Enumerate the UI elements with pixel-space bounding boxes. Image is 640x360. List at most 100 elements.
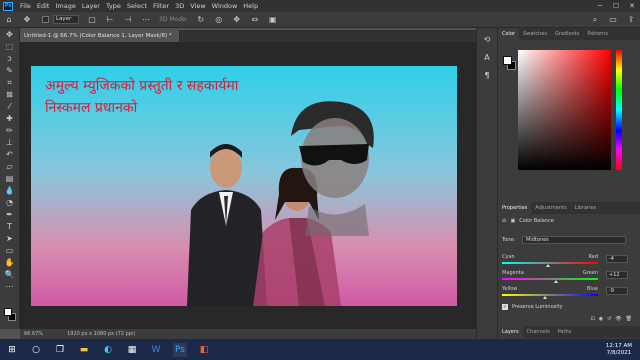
show-transform-icon[interactable]: ▢ (86, 15, 98, 25)
history-panel-icon[interactable]: ⟲ (481, 34, 493, 46)
menu-filter[interactable]: Filter (150, 2, 172, 10)
hue-slider[interactable] (616, 50, 622, 170)
visibility-icon[interactable]: 👁 (615, 316, 621, 322)
adjustment-layer-icon: ⚖ (502, 218, 507, 224)
close-icon[interactable]: ✕ (624, 2, 640, 10)
slider-track[interactable] (502, 262, 598, 267)
menu-image[interactable]: Image (52, 2, 78, 10)
color-picker-field[interactable] (518, 50, 611, 170)
workspace-icon[interactable]: ▭ (607, 15, 619, 25)
reset-icon[interactable]: ↺ (607, 316, 611, 322)
tab-patterns[interactable]: Patterns (583, 28, 612, 40)
clone-stamp-tool-icon[interactable]: ⊥ (3, 137, 17, 148)
menu-help[interactable]: Help (240, 2, 261, 10)
app-icon[interactable]: ◧ (197, 343, 211, 357)
menu-file[interactable]: File (17, 2, 34, 10)
mask-icon[interactable]: ▣ (510, 218, 515, 224)
tab-color[interactable]: Color (498, 28, 520, 40)
home-icon[interactable]: ⌂ (3, 15, 15, 25)
cyan-red-value[interactable]: -4 (606, 255, 628, 263)
distribute-icon[interactable]: ⋯ (140, 15, 152, 25)
paragraph-panel-icon[interactable]: ¶ (481, 70, 493, 82)
type-tool-icon[interactable]: T (3, 221, 17, 232)
character-panel-icon[interactable]: A (481, 52, 493, 64)
maximize-icon[interactable]: ☐ (608, 2, 624, 10)
tab-paths[interactable]: Paths (554, 326, 576, 338)
pan-3d-icon[interactable]: ✥ (231, 15, 243, 25)
minimize-icon[interactable]: ─ (592, 2, 608, 10)
preserve-luminosity-checkbox[interactable]: ✓ (502, 304, 508, 310)
search-icon[interactable]: ○ (29, 343, 43, 357)
system-clock[interactable]: 12:17 AM 7/8/2021 (606, 343, 632, 357)
tone-select[interactable]: Midtones (522, 236, 626, 244)
quick-select-tool-icon[interactable]: ✎ (3, 65, 17, 76)
clip-to-layer-icon[interactable]: ⊡ (591, 316, 595, 322)
menu-window[interactable]: Window (209, 2, 241, 10)
eraser-tool-icon[interactable]: ▱ (3, 161, 17, 172)
window-controls: ─ ☐ ✕ (592, 2, 640, 10)
tab-layers[interactable]: Layers (498, 326, 523, 338)
slider-thumb[interactable] (553, 280, 558, 283)
slider-track[interactable] (502, 278, 598, 283)
menu-view[interactable]: View (187, 2, 208, 10)
slider-thumb[interactable] (546, 264, 551, 267)
menu-edit[interactable]: Edit (34, 2, 53, 10)
zoom-tool-icon[interactable]: 🔍 (3, 269, 17, 280)
crop-tool-icon[interactable]: ⌗ (3, 77, 17, 88)
menu-3d[interactable]: 3D (172, 2, 187, 10)
windows-taskbar: ⊞ ○ ❐ ▬ ◐ ▦ W Ps ◧ 12:17 AM 7/8/2021 (0, 339, 640, 360)
delete-icon[interactable]: 🗑 (626, 316, 632, 322)
zoom-level[interactable]: 66.67% (20, 329, 43, 339)
foreground-color-swatch[interactable] (4, 308, 12, 316)
lasso-tool-icon[interactable]: ↄ (3, 53, 17, 64)
marquee-tool-icon[interactable]: ⬚ (3, 41, 17, 52)
menu-type[interactable]: Type (103, 2, 124, 10)
rotate-3d-icon[interactable]: ↻ (195, 15, 207, 25)
word-icon[interactable]: W (149, 343, 163, 357)
slider-thumb[interactable] (543, 296, 548, 299)
magenta-green-value[interactable]: +12 (606, 271, 628, 279)
gradient-tool-icon[interactable]: ▤ (3, 173, 17, 184)
move-tool-icon[interactable]: ✥ (3, 29, 17, 40)
brush-tool-icon[interactable]: ✏ (3, 125, 17, 136)
file-explorer-icon[interactable]: ▬ (77, 343, 91, 357)
windows-start-icon[interactable]: ⊞ (5, 343, 19, 357)
healing-brush-tool-icon[interactable]: ✚ (3, 113, 17, 124)
color-panel-foreground-swatch[interactable] (503, 56, 512, 65)
move-tool-icon[interactable]: ✥ (21, 15, 33, 25)
blur-tool-icon[interactable]: 💧 (3, 185, 17, 196)
frame-tool-icon[interactable]: ⊠ (3, 89, 17, 100)
task-view-icon[interactable]: ❐ (53, 343, 67, 357)
eyedropper-tool-icon[interactable]: ⁄ (3, 101, 17, 112)
tab-swatches[interactable]: Swatches (519, 28, 551, 40)
yellow-blue-value[interactable]: -9 (606, 287, 628, 295)
menu-layer[interactable]: Layer (79, 2, 103, 10)
slider-left-label: Yellow (502, 286, 518, 292)
edge-browser-icon[interactable]: ◐ (101, 343, 115, 357)
auto-select-dropdown[interactable]: Layer (53, 15, 79, 24)
menu-select[interactable]: Select (124, 2, 150, 10)
dodge-tool-icon[interactable]: ◔ (3, 197, 17, 208)
history-brush-tool-icon[interactable]: ↶ (3, 149, 17, 160)
share-icon[interactable]: ⇪ (625, 15, 637, 25)
align-center-icon[interactable]: ⊣ (122, 15, 134, 25)
auto-select-checkbox[interactable] (42, 16, 49, 23)
slider-track[interactable] (502, 294, 598, 299)
slide-3d-icon[interactable]: ⇔ (249, 15, 261, 25)
orbit-3d-icon[interactable]: ◎ (213, 15, 225, 25)
hand-tool-icon[interactable]: ✋ (3, 257, 17, 268)
path-select-tool-icon[interactable]: ➤ (3, 233, 17, 244)
scale-3d-icon[interactable]: ▣ (267, 15, 279, 25)
view-previous-icon[interactable]: ◉ (599, 316, 603, 322)
search-icon[interactable]: ⌕ (589, 15, 601, 25)
document-canvas[interactable]: अमुल्य म्युजिकको प्रस्तुती र सहकार्यमा न… (31, 66, 457, 306)
rectangle-tool-icon[interactable]: ▭ (3, 245, 17, 256)
photoshop-taskbar-icon[interactable]: Ps (173, 342, 187, 357)
store-icon[interactable]: ▦ (125, 343, 139, 357)
tab-channels[interactable]: Channels (523, 326, 554, 338)
align-left-icon[interactable]: ⊢ (104, 15, 116, 25)
pen-tool-icon[interactable]: ✒ (3, 209, 17, 220)
more-tools-icon[interactable]: ⋯ (3, 281, 17, 292)
tab-gradients[interactable]: Gradients (551, 28, 583, 40)
document-tab[interactable]: Untitled-1 @ 66.7% (Color Balance 1, Lay… (20, 30, 180, 42)
